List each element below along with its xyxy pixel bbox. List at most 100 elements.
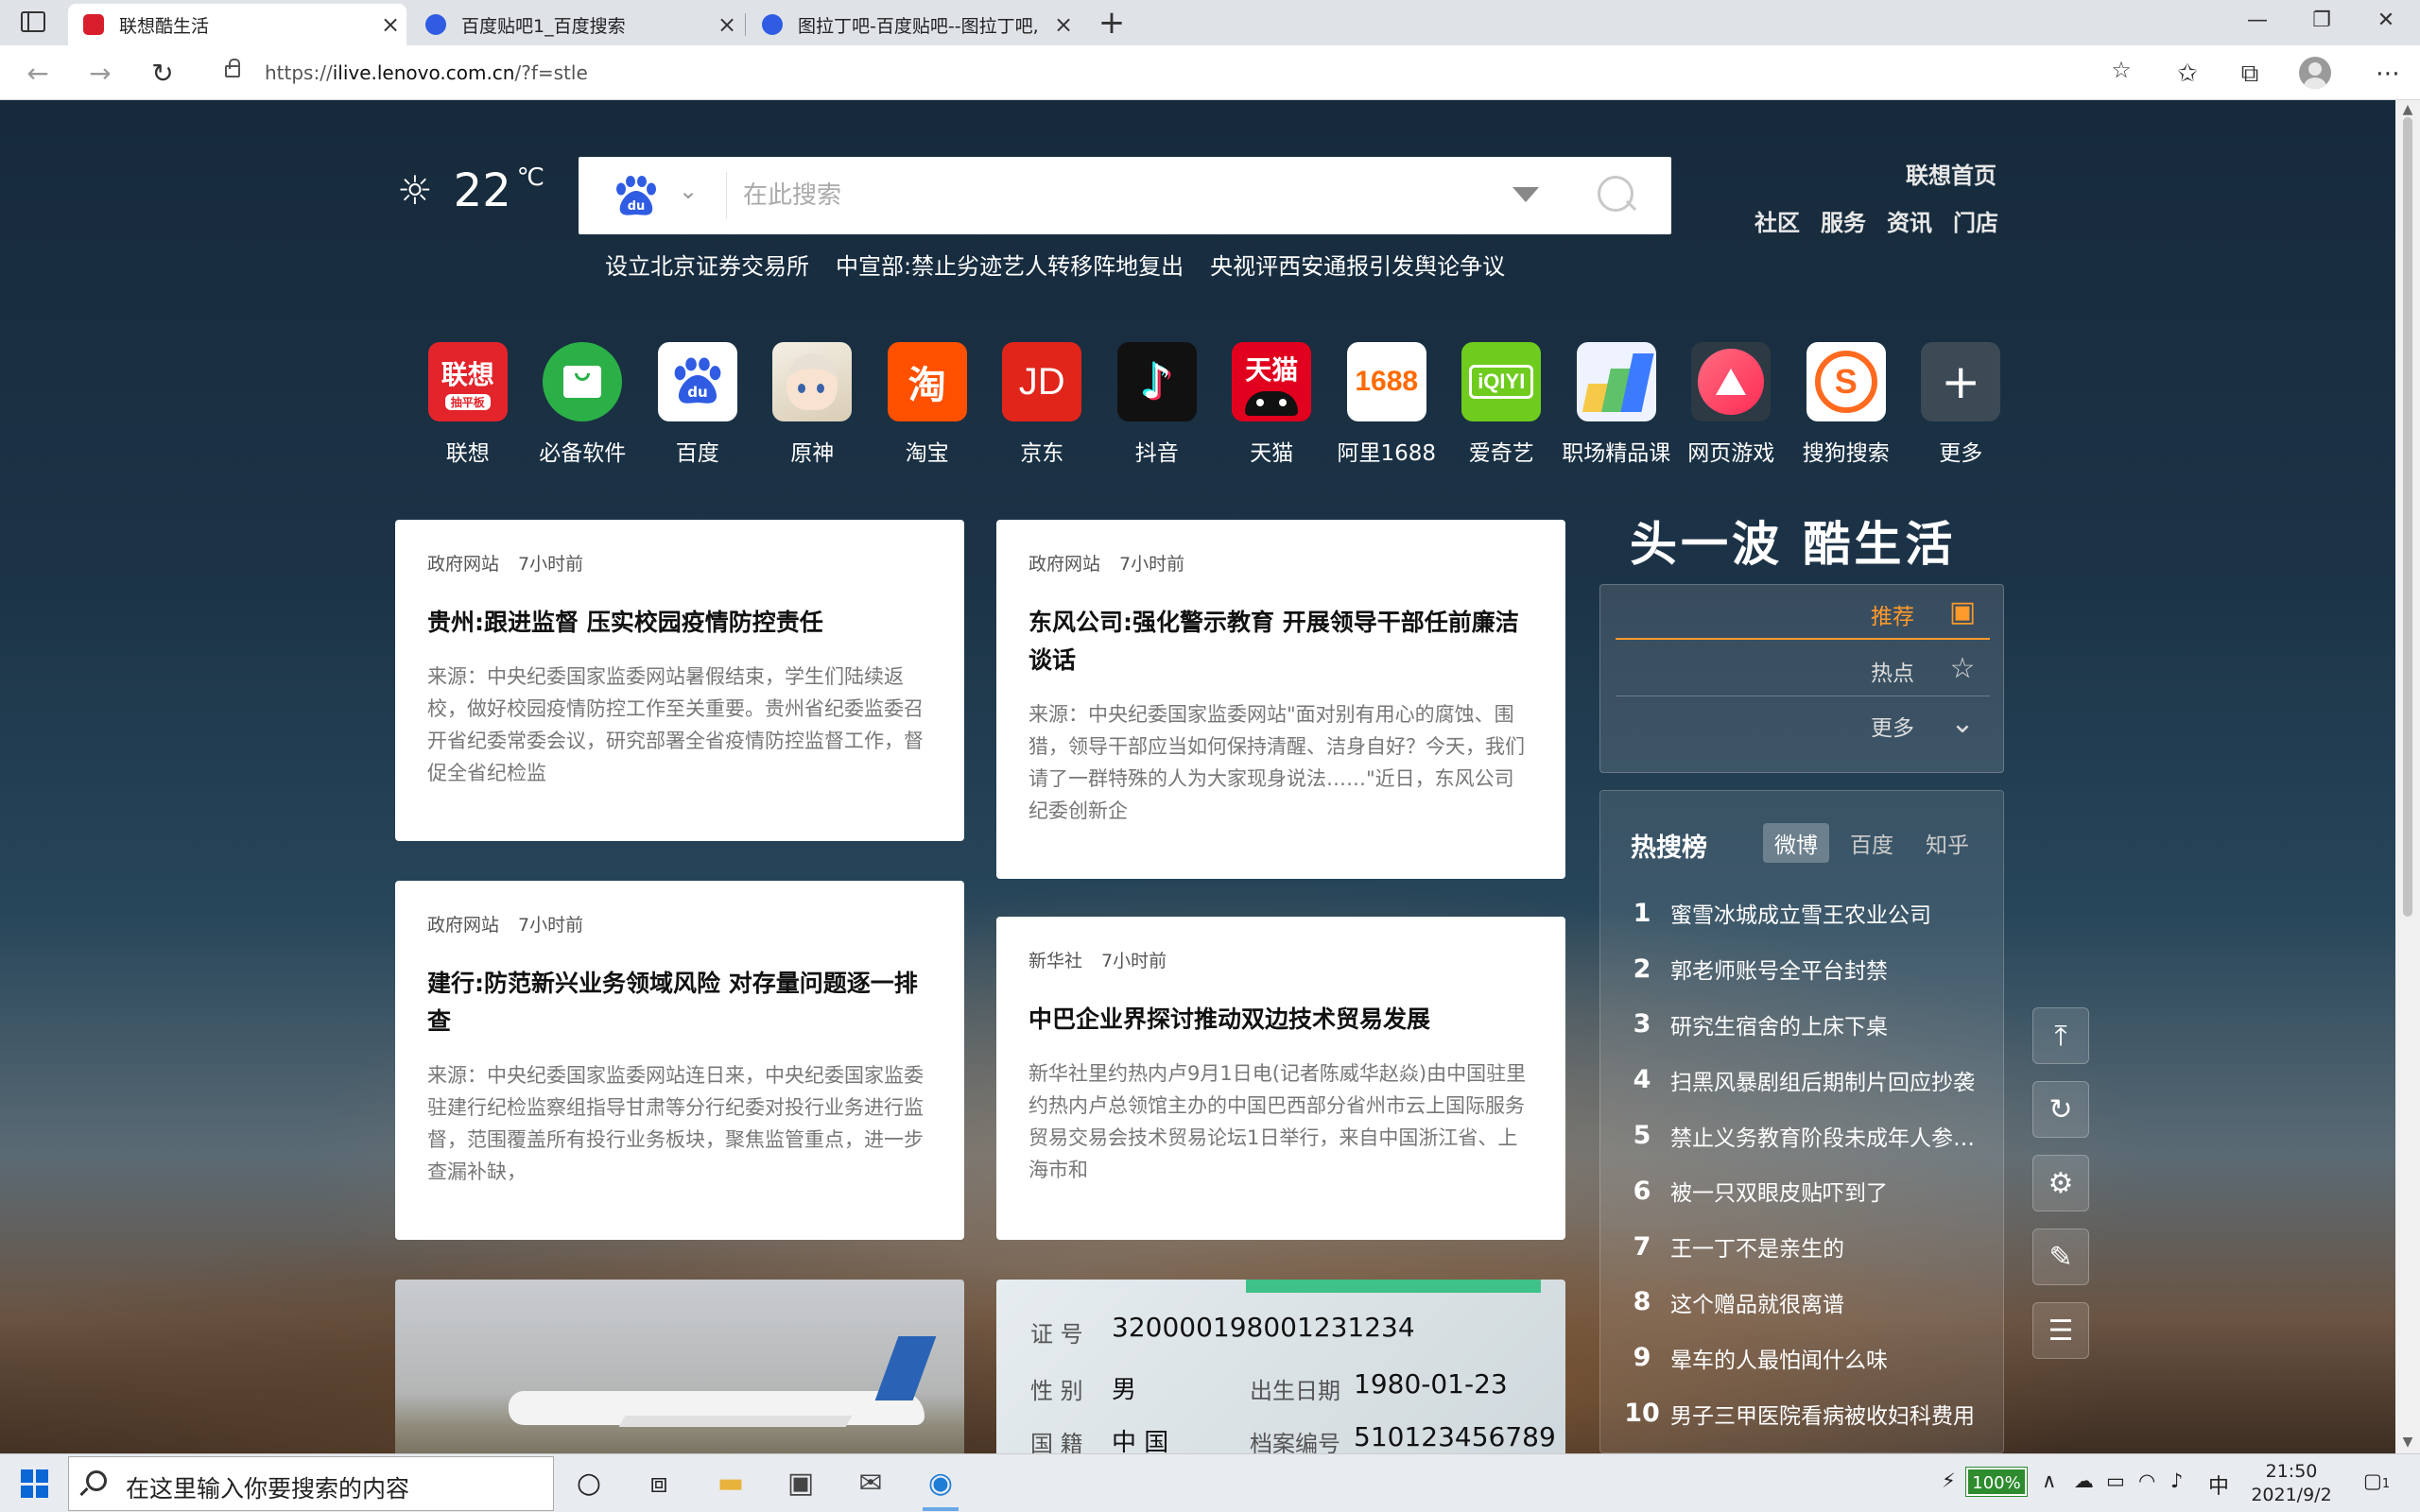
weather-widget[interactable]: ☼ 22 ℃ — [397, 157, 544, 225]
hot-search-item[interactable]: 8 这个赠品就很离谱 — [1623, 1275, 1997, 1331]
news-image-id-card[interactable]: 证 号 320000198001231234 性 别 男 出生日期 1980-0… — [996, 1280, 1565, 1453]
hot-link[interactable]: 中宣部:禁止劣迹艺人转移阵地复出 — [836, 248, 1184, 281]
back-to-top-icon[interactable]: ⤒ — [2032, 1007, 2089, 1064]
mail-icon[interactable]: ✉ — [847, 1462, 894, 1505]
nav-service[interactable]: 服务 — [1821, 204, 1866, 237]
app-career-course[interactable]: 职场精品课 — [1559, 342, 1674, 467]
app-jd[interactable]: JD 京东 — [985, 342, 1100, 467]
hot-search-item[interactable]: 9 晕车的人最怕闻什么味 — [1623, 1330, 1997, 1385]
baidu-engine-icon[interactable]: du — [613, 176, 660, 217]
app-taobao[interactable]: 淘 淘宝 — [870, 342, 985, 467]
news-title[interactable]: 贵州:跟进监督 压实校园疫情防控责任 — [427, 604, 932, 642]
tab-lenovo-kushenghuo[interactable]: 联想酷生活 × — [68, 4, 406, 45]
app-essential-software[interactable]: 必备软件 — [526, 342, 641, 467]
hot-search-item[interactable]: 4 扫黑风暴剧组后期制片回应抄袭 — [1623, 1052, 1997, 1108]
battery-icon[interactable]: ▭ — [2106, 1469, 2125, 1492]
edge-browser-icon[interactable]: ◉ — [917, 1462, 964, 1511]
app-ali1688[interactable]: 1688 阿里1688 — [1329, 342, 1444, 467]
engine-chevron-down-icon[interactable]: ⌄ — [679, 178, 698, 204]
collections-icon[interactable]: ⧉ — [2233, 57, 2267, 91]
news-title[interactable]: 东风公司:强化警示教育 开展领导干部任前廉洁谈话 — [1028, 604, 1533, 679]
app-iqiyi[interactable]: iQIYI 爱奇艺 — [1444, 342, 1560, 467]
close-tab-icon[interactable]: × — [1047, 11, 1080, 38]
hot-tab-weibo[interactable]: 微博 — [1763, 823, 1829, 863]
forward-button[interactable]: → — [79, 53, 121, 94]
minimize-button[interactable]: — — [2225, 0, 2290, 42]
app-more[interactable]: + 更多 — [1904, 342, 2019, 467]
news-card[interactable]: 政府网站 7小时前 建行:防范新兴业务领域风险 对存量问题逐一排查 来源：中央纪委… — [395, 881, 964, 1240]
settings-gear-icon[interactable]: ⚙ — [2032, 1155, 2089, 1211]
close-tab-icon[interactable]: × — [711, 11, 743, 38]
lenovo-home-link[interactable]: 联想首页 — [1906, 157, 1996, 190]
app-tmall[interactable]: 天猫 天猫 — [1215, 342, 1330, 467]
close-tab-icon[interactable]: × — [374, 11, 406, 38]
scroll-up-icon[interactable]: ▲ — [2395, 102, 2420, 117]
show-hidden-icons-icon[interactable]: ∧ — [2042, 1469, 2056, 1492]
favorites-icon[interactable]: ✩ — [2170, 57, 2204, 91]
category-recommend[interactable]: 推荐 ▣ — [1616, 585, 1990, 640]
hot-search-item[interactable]: 3 研究生宿舍的上床下桌 — [1623, 997, 1997, 1053]
search-history-dropdown-icon[interactable] — [1512, 187, 1539, 202]
app-baidu[interactable]: du 百度 — [640, 342, 755, 467]
refresh-icon[interactable]: ↻ — [2032, 1081, 2089, 1138]
search-icon[interactable] — [1596, 174, 1639, 217]
hot-search-item[interactable]: 6 被一只双眼皮贴吓到了 — [1623, 1163, 1997, 1219]
store-icon[interactable]: ▣ — [777, 1462, 824, 1505]
onedrive-cloud-icon[interactable]: ☁ — [2074, 1469, 2094, 1492]
ime-indicator[interactable]: 中 — [2208, 1469, 2229, 1500]
nav-news[interactable]: 资讯 — [1887, 204, 1932, 237]
news-card[interactable]: 新华社 7小时前 中巴企业界探讨推动双边技术贸易发展 新华社里约热内卢9月1日电(… — [996, 917, 1565, 1240]
add-favorite-icon[interactable]: ☆ — [2104, 53, 2138, 87]
file-explorer-icon[interactable]: ▬ — [707, 1462, 754, 1505]
feedback-edit-icon[interactable]: ✎ — [2032, 1228, 2089, 1285]
hot-search-item[interactable]: 5禁止义务教育阶段未成年人参加商业性 — [1623, 1108, 1997, 1163]
more-menu-icon[interactable]: ⋯ — [2371, 57, 2405, 91]
hot-search-item[interactable]: 7 王一丁不是亲生的 — [1623, 1219, 1997, 1275]
hot-link[interactable]: 设立北京证券交易所 — [605, 248, 809, 281]
page-scrollbar[interactable]: ▲ ▼ — [2395, 100, 2420, 1453]
news-title[interactable]: 建行:防范新兴业务领域风险 对存量问题逐一排查 — [427, 965, 932, 1040]
news-card[interactable]: 政府网站 7小时前 东风公司:强化警示教育 开展领导干部任前廉洁谈话 来源：中央纪… — [996, 520, 1565, 879]
list-menu-icon[interactable]: ☰ — [2032, 1302, 2089, 1359]
scroll-down-icon[interactable]: ▼ — [2395, 1435, 2420, 1450]
tab-baidu-search[interactable]: 百度贴吧1_百度搜索 × — [410, 4, 743, 45]
app-sogou[interactable]: S 搜狗搜索 — [1789, 342, 1904, 467]
app-lenovo[interactable]: 联想 抽平板 联想 — [410, 342, 526, 467]
scrollbar-thumb[interactable] — [2403, 117, 2412, 917]
app-douyin[interactable]: ♪ 抖音 — [1099, 342, 1215, 467]
close-window-button[interactable]: ✕ — [2354, 0, 2418, 42]
back-button[interactable]: ← — [17, 53, 59, 94]
category-more[interactable]: 更多 ⌄ — [1616, 696, 1990, 751]
hot-search-item[interactable]: 10 男子三甲医院看病被收妇科费用 — [1623, 1385, 1997, 1441]
task-view-icon[interactable]: ⧈ — [635, 1462, 683, 1505]
volume-icon[interactable]: ♪ — [2170, 1469, 2183, 1492]
battery-badge[interactable]: 100% — [1965, 1467, 2028, 1497]
restore-button[interactable]: ❐ — [2290, 0, 2354, 42]
hot-tab-zhihu[interactable]: 知乎 — [1914, 823, 1980, 863]
wifi-icon[interactable]: ◠ — [2138, 1469, 2155, 1492]
hot-link[interactable]: 央视评西安通报引发舆论争议 — [1210, 248, 1505, 281]
news-image-airplane[interactable] — [395, 1280, 964, 1453]
nav-community[interactable]: 社区 — [1754, 204, 1800, 237]
hot-search-item[interactable]: 2 郭老师账号全平台封禁 — [1623, 941, 1997, 997]
category-hot[interactable]: 热点 ☆ — [1616, 642, 1990, 696]
taskbar-search[interactable]: 在这里输入你要搜索的内容 — [68, 1456, 554, 1511]
nav-store[interactable]: 门店 — [1953, 204, 1998, 237]
tab-tieba-tuladingba[interactable]: 图拉丁吧-百度贴吧--图拉丁吧, × — [747, 4, 1080, 45]
windows-start-icon[interactable] — [21, 1469, 49, 1498]
app-web-games[interactable]: 网页游戏 — [1674, 342, 1789, 467]
notification-center-icon[interactable]: ▢1 — [2363, 1469, 2390, 1492]
refresh-button[interactable]: ↻ — [142, 53, 183, 94]
search-input[interactable] — [743, 174, 1424, 217]
system-clock[interactable]: 21:50 2021/9/2 — [2244, 1460, 2339, 1507]
tab-actions-icon[interactable] — [21, 11, 45, 32]
news-card[interactable]: 政府网站 7小时前 贵州:跟进监督 压实校园疫情防控责任 来源：中央纪委国家监委网… — [395, 520, 964, 841]
lock-icon[interactable] — [225, 59, 240, 77]
hot-tab-baidu[interactable]: 百度 — [1839, 823, 1905, 863]
news-title[interactable]: 中巴企业界探讨推动双边技术贸易发展 — [1028, 1001, 1533, 1039]
power-icon[interactable]: ⚡ — [1942, 1469, 1956, 1492]
url-text[interactable]: https://ilive.lenovo.com.cn/?f=stle — [265, 61, 588, 84]
cortana-icon[interactable]: ○ — [565, 1462, 613, 1505]
profile-avatar[interactable] — [2299, 57, 2331, 89]
app-genshin[interactable]: 原神 — [755, 342, 871, 467]
